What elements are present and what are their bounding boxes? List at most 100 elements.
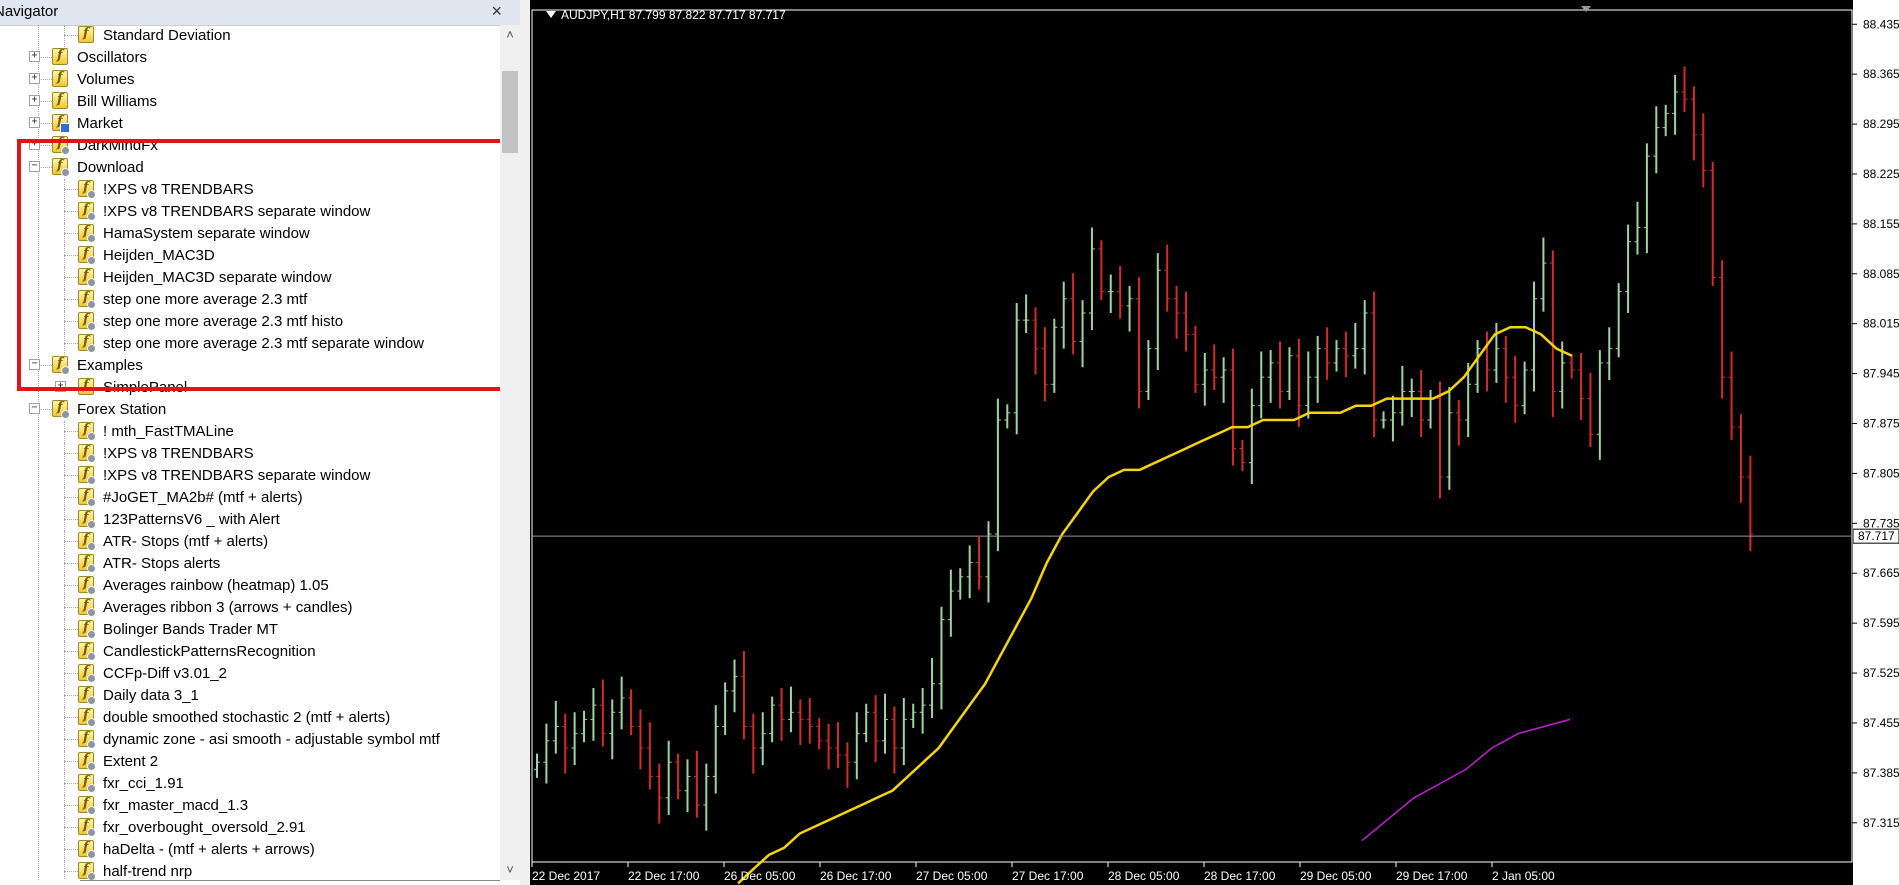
tree-guide-line xyxy=(64,443,65,465)
current-price-label: 87.717 xyxy=(1858,529,1895,543)
indicator-icon xyxy=(78,444,96,463)
tree-guide-line xyxy=(64,25,65,47)
navigator-item[interactable]: + Bill Williams xyxy=(0,91,498,113)
indicator-icon xyxy=(78,664,96,683)
scroll-up-arrow-icon[interactable]: ˄ xyxy=(500,25,520,45)
navigator-item[interactable]: fxr_overbought_oversold_2.91 xyxy=(0,817,498,839)
tree-guide-line xyxy=(64,861,65,880)
navigator-item-label: haDelta - (mtf + alerts + arrows) xyxy=(103,841,315,858)
navigator-item[interactable]: Averages rainbow (heatmap) 1.05 xyxy=(0,575,498,597)
indicator-icon xyxy=(52,92,68,109)
navigator-item[interactable]: ATR- Stops alerts xyxy=(0,553,498,575)
navigator-item[interactable]: 123PatternsV6 _ with Alert xyxy=(0,509,498,531)
chart-header: AUDJPY,H1 87.799 87.822 87.717 87.717 xyxy=(546,8,786,22)
tree-connector xyxy=(64,541,78,542)
indicator-icon xyxy=(78,510,96,529)
tree-guide-line xyxy=(64,751,65,773)
navigator-item[interactable]: CCFp-Diff v3.01_2 xyxy=(0,663,498,685)
expand-icon[interactable]: + xyxy=(29,51,40,62)
navigator-item[interactable]: dynamic zone - asi smooth - adjustable s… xyxy=(0,729,498,751)
navigator-item-label: Daily data 3_1 xyxy=(103,687,199,704)
close-icon[interactable]: × xyxy=(491,1,502,22)
navigator-item[interactable]: + Oscillators xyxy=(0,47,498,69)
navigator-item[interactable]: + Market xyxy=(0,113,498,135)
navigator-item[interactable]: Extent 2 xyxy=(0,751,498,773)
x-tick-label: 26 Dec 05:00 xyxy=(724,869,796,883)
scroll-down-arrow-icon[interactable]: ˅ xyxy=(500,860,520,880)
tree-connector xyxy=(64,805,78,806)
indicator-icon xyxy=(78,598,96,617)
tree-guide-line xyxy=(64,839,65,861)
indicator-icon xyxy=(52,70,68,87)
splitter[interactable] xyxy=(520,0,530,885)
tree-connector xyxy=(64,519,78,520)
navigator-item-label: fxr_master_macd_1.3 xyxy=(103,797,249,814)
expand-icon[interactable]: + xyxy=(29,117,40,128)
chart-shift-marker-icon xyxy=(1581,6,1591,12)
navigator-item[interactable]: fxr_cci_1.91 xyxy=(0,773,498,795)
indicator-icon xyxy=(78,686,96,705)
navigator-scrollbar[interactable]: ˄ ˅ xyxy=(500,25,520,880)
tree-guide-line xyxy=(64,729,65,751)
tree-guide-line xyxy=(64,487,65,509)
expand-icon[interactable]: + xyxy=(29,73,40,84)
tree-guide-line xyxy=(64,421,65,443)
scroll-thumb[interactable] xyxy=(502,71,518,153)
navigator-item[interactable]: Averages ribbon 3 (arrows + candles) xyxy=(0,597,498,619)
navigator-item-label: double smoothed stochastic 2 (mtf + aler… xyxy=(103,709,391,726)
navigator-item-label: Forex Station xyxy=(77,401,167,418)
chart-menu-triangle-icon[interactable] xyxy=(546,11,556,18)
y-tick-label: 87.875 xyxy=(1863,417,1899,431)
navigator-panel: Navigator × Standard Deviation + Oscillato… xyxy=(0,0,520,885)
navigator-item-label: fxr_cci_1.91 xyxy=(103,775,184,792)
navigator-item[interactable]: double smoothed stochastic 2 (mtf + aler… xyxy=(0,707,498,729)
navigator-item-label: Standard Deviation xyxy=(103,27,231,44)
navigator-item-label: !XPS v8 TRENDBARS xyxy=(103,445,254,462)
x-tick-label: 27 Dec 05:00 xyxy=(916,869,988,883)
navigator-item[interactable]: Standard Deviation xyxy=(0,25,498,47)
indicator-icon xyxy=(78,642,96,661)
navigator-item[interactable]: fxr_master_macd_1.3 xyxy=(0,795,498,817)
tree-connector xyxy=(64,585,78,586)
tree-guide-line xyxy=(64,707,65,729)
x-tick-label: 22 Dec 17:00 xyxy=(628,869,700,883)
tree-connector xyxy=(64,761,78,762)
navigator-item-label: !XPS v8 TRENDBARS separate window xyxy=(103,467,371,484)
indicator-icon xyxy=(52,48,68,65)
navigator-item[interactable]: haDelta - (mtf + alerts + arrows) xyxy=(0,839,498,861)
indicator-icon xyxy=(78,840,96,859)
navigator-item-label: Volumes xyxy=(77,71,135,88)
moving-average-line-2 xyxy=(1361,718,1571,842)
navigator-item[interactable]: ! mth_FastTMALine xyxy=(0,421,498,443)
navigator-item[interactable]: half-trend nrp xyxy=(0,861,498,880)
navigator-item[interactable]: + Volumes xyxy=(0,69,498,91)
y-tick-label: 87.525 xyxy=(1863,666,1899,680)
expand-icon[interactable]: + xyxy=(29,95,40,106)
navigator-item[interactable]: !XPS v8 TRENDBARS separate window xyxy=(0,465,498,487)
collapse-icon[interactable]: − xyxy=(29,403,40,414)
navigator-item[interactable]: CandlestickPatternsRecognition xyxy=(0,641,498,663)
tree-guide-line xyxy=(64,663,65,685)
indicator-icon xyxy=(78,796,96,815)
navigator-item[interactable]: Bolinger Bands Trader MT xyxy=(0,619,498,641)
indicator-icon xyxy=(78,466,96,485)
indicator-icon xyxy=(78,862,96,880)
navigator-item[interactable]: !XPS v8 TRENDBARS xyxy=(0,443,498,465)
navigator-item-label: ATR- Stops alerts xyxy=(103,555,221,572)
price-chart[interactable]: 88.435 88.365 88.295 88.225 88.155 88.085 88.0… xyxy=(530,0,1899,885)
tree-connector xyxy=(38,79,52,80)
indicator-icon xyxy=(78,620,96,639)
tree-connector xyxy=(64,453,78,454)
navigator-item[interactable]: Daily data 3_1 xyxy=(0,685,498,707)
tree-connector xyxy=(64,651,78,652)
tree-connector xyxy=(64,849,78,850)
navigator-item-label: #JoGET_MA2b# (mtf + alerts) xyxy=(103,489,303,506)
tree-connector xyxy=(64,431,78,432)
navigator-item[interactable]: − Forex Station xyxy=(0,399,498,421)
tree-guide-line xyxy=(64,619,65,641)
navigator-item[interactable]: ATR- Stops (mtf + alerts) xyxy=(0,531,498,553)
tree-guide-line xyxy=(64,465,65,487)
y-tick-label: 88.435 xyxy=(1863,17,1899,31)
indicator-icon xyxy=(78,554,96,573)
navigator-item[interactable]: #JoGET_MA2b# (mtf + alerts) xyxy=(0,487,498,509)
